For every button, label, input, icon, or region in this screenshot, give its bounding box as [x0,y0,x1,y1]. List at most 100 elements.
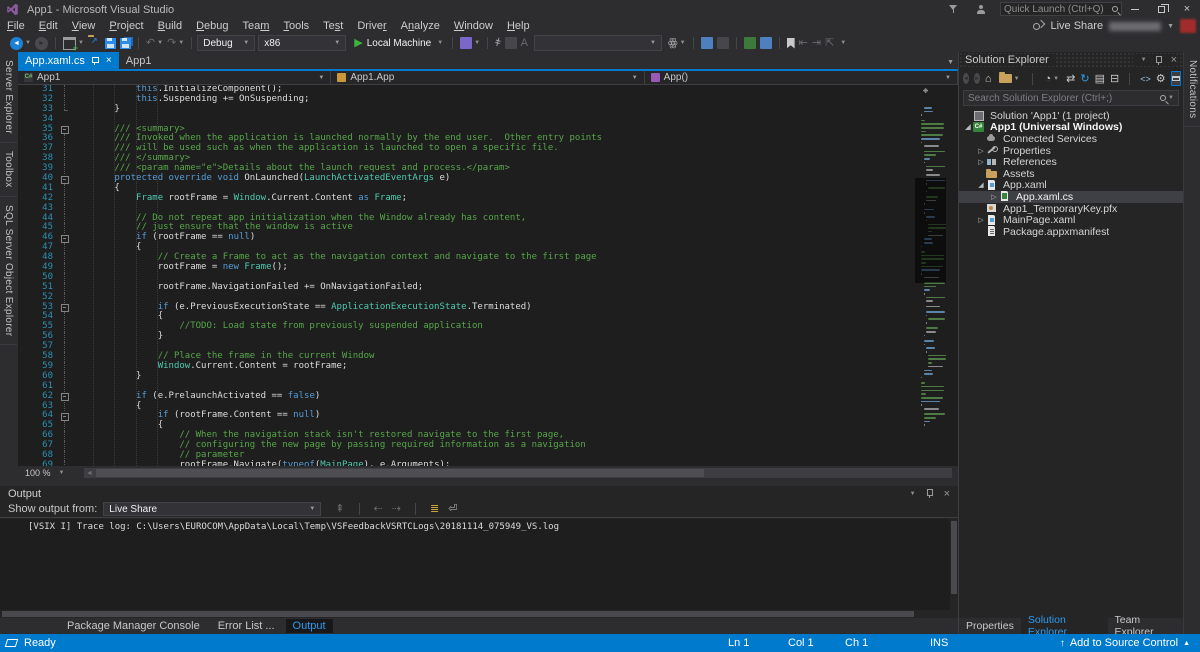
panel-tab-package-manager-console[interactable]: Package Manager Console [60,619,207,633]
solution-search-input[interactable] [968,93,1160,104]
collapsed-arrow-icon[interactable]: ▷ [976,216,986,224]
menu-item-window[interactable]: Window [447,19,500,33]
se-refresh-button[interactable]: ↻ [1080,72,1089,85]
tab-app-xaml-cs[interactable]: App.xaml.cs× [18,52,119,69]
pin-icon[interactable] [91,56,100,65]
add-to-source-control-button[interactable]: ↑ Add to Source Control ▲ [1060,634,1190,652]
quick-launch-input[interactable] [1004,4,1112,15]
live-share-button[interactable]: Live Share [1050,20,1103,32]
clear-all-icon[interactable]: ≣ [430,503,439,516]
menu-item-file[interactable]: File [0,19,32,33]
menu-item-driver[interactable]: Driver [350,19,393,33]
save-button[interactable] [105,37,116,49]
menu-item-help[interactable]: Help [500,19,537,33]
user-name-redacted[interactable] [1109,22,1161,31]
menu-item-team[interactable]: Team [236,19,277,33]
se-home-button[interactable]: ⌂ [985,73,992,85]
new-project-button[interactable]: ▼ [63,37,84,50]
collapsed-arrow-icon[interactable]: ▷ [989,193,999,201]
step-over-button[interactable] [717,37,729,49]
panel-tab-output[interactable]: Output [286,619,333,633]
minimize-button[interactable] [1122,0,1148,18]
step-into-button[interactable] [701,37,713,49]
window-position-caret-icon[interactable]: ▼ [1141,57,1147,63]
chevron-down-icon[interactable]: ▼ [318,75,324,81]
menu-item-tools[interactable]: Tools [276,19,316,33]
fold-collapse-icon[interactable] [58,303,71,313]
close-tab-icon[interactable]: × [106,55,112,66]
find-in-files-button[interactable]: ꙮ▼ [668,37,686,50]
fold-collapse-icon[interactable] [58,411,71,421]
editor-horizontal-scrollbar[interactable]: ◄ [84,468,952,478]
se-switch-views-button[interactable]: ▼ [999,74,1020,83]
code-viewport[interactable]: 31 this.InitializeComponent();32 this.Su… [18,85,958,466]
side-tab-sql-server-object-explorer[interactable]: SQL Server Object Explorer [0,197,17,345]
output-vertical-scrollbar[interactable] [950,519,958,610]
menu-item-view[interactable]: View [65,19,103,33]
panel-tab-error-list[interactable]: Error List ... [211,619,282,633]
start-debugging-button[interactable]: ▶Local Machine▼ [350,37,447,50]
navigate-back-button[interactable]: ◄▼ [10,37,31,50]
prev-message-icon[interactable]: ⇠ [374,503,383,516]
application-insights-button[interactable]: ҂ [495,37,501,50]
solution-configuration-combo[interactable]: Debug▼ [197,35,255,51]
next-bookmark-button[interactable]: ⇥ [812,37,821,50]
document-well-dropdown-icon[interactable]: ▼ [947,59,954,66]
se-preview-selected-items-button[interactable] [1171,71,1181,86]
undo-button[interactable]: ↶▼ [146,37,163,50]
bookmark-button[interactable] [787,38,795,49]
menu-item-analyze[interactable]: Analyze [394,19,447,33]
panel-tab-properties[interactable]: Properties [959,619,1021,633]
expanded-arrow-icon[interactable]: ◢ [976,181,986,189]
close-panel-icon[interactable]: × [1171,54,1177,66]
goto-message-icon[interactable]: ⇞ [335,503,344,516]
navigate-forward-button[interactable]: ► [35,37,48,50]
user-avatar[interactable] [1180,19,1196,33]
scrollbar-thumb[interactable] [96,469,704,477]
collapsed-arrow-icon[interactable]: ▷ [976,147,986,155]
pin-icon[interactable] [926,489,934,498]
find-combo[interactable]: ▼ [534,35,662,51]
toggle-word-wrap-icon[interactable]: ⏎ [448,503,457,516]
menu-item-test[interactable]: Test [316,19,350,33]
tree-item-mainpage-xaml[interactable]: ▷MainPage.xaml [959,214,1183,226]
run-code-analysis-button[interactable] [744,37,756,49]
tree-item-app-xaml[interactable]: ◢App.xaml [959,180,1183,192]
se-forward-button[interactable]: ► [974,73,980,84]
collapsed-arrow-icon[interactable]: ▷ [976,158,986,166]
breadcrumb-app[interactable]: App()▼ [645,71,958,84]
search-options-caret-icon[interactable]: ▼ [1168,95,1174,101]
tab-app1[interactable]: App1 [119,52,159,69]
pin-icon[interactable] [1155,56,1163,65]
attach-to-process-button[interactable]: ▼ [460,37,480,49]
se-pending-changes-filter-button[interactable]: ◔▼ [1045,73,1060,85]
editor-zoom-combo[interactable]: 100 %▼ [22,467,78,479]
send-feedback-icon[interactable] [976,5,986,14]
output-source-combo[interactable]: Live Share▼ [103,502,321,516]
code-analysis-button[interactable]: A [521,37,528,50]
tree-item-connected-services[interactable]: Connected Services [959,133,1183,145]
se-sync-with-active-document-button[interactable]: ⇄ [1066,72,1075,85]
next-message-icon[interactable]: ⇢ [392,503,401,516]
menu-item-edit[interactable]: Edit [32,19,65,33]
expanded-arrow-icon[interactable]: ◢ [963,123,973,131]
quick-launch-box[interactable] [1000,2,1122,16]
chevron-down-icon[interactable]: ▼ [632,75,638,81]
scroll-left-icon[interactable]: ◄ [86,470,93,477]
user-menu-caret-icon[interactable]: ▼ [1167,23,1174,30]
tree-item-app1-universal-windows[interactable]: ◢App1 (Universal Windows) [959,122,1183,134]
clear-bookmarks-button[interactable]: ⇱ [825,37,834,50]
side-tab-notifications[interactable]: Notifications [1184,52,1200,127]
fold-collapse-icon[interactable] [58,233,71,243]
se-collapse-all-button[interactable]: ⊟ [1110,72,1119,85]
se-properties-button[interactable]: ⚙ [1156,72,1166,85]
fold-collapse-icon[interactable] [58,174,71,184]
prev-bookmark-button[interactable]: ⇤ [799,37,808,50]
tree-item-app1-temporarykey-pfx[interactable]: App1_TemporaryKey.pfx [959,203,1183,215]
output-horizontal-scrollbar[interactable] [0,610,950,618]
feedback-comment-button[interactable] [505,37,517,49]
tree-item-properties[interactable]: ▷Properties [959,145,1183,157]
side-tab-server-explorer[interactable]: Server Explorer [0,52,17,143]
open-file-button[interactable]: ↗ [88,37,101,50]
tree-item-app-xaml-cs[interactable]: ▷App.xaml.cs [959,191,1183,203]
